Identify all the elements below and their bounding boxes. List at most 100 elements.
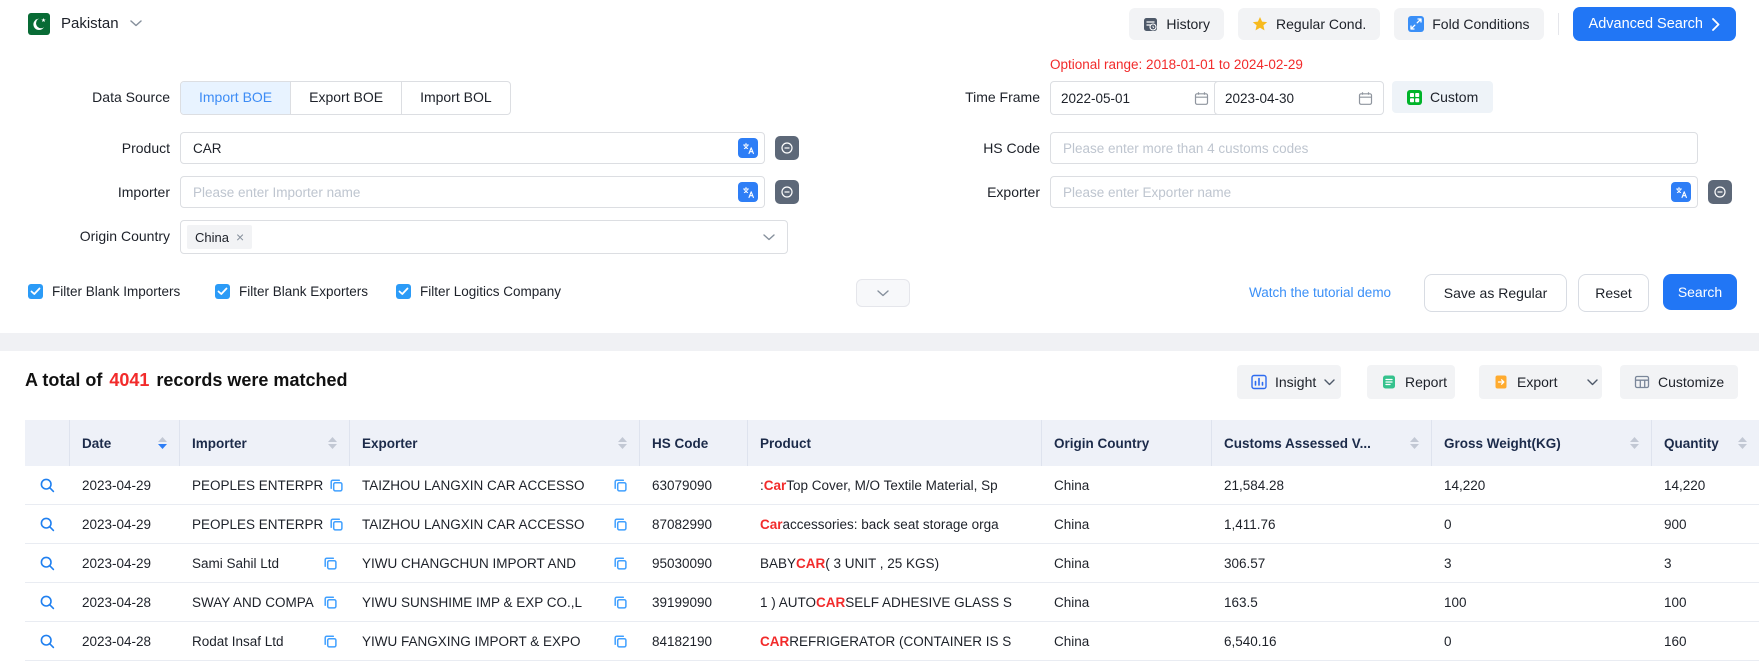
sort-icons[interactable]	[328, 437, 337, 449]
product-input[interactable]	[180, 132, 765, 164]
fold-icon	[1408, 16, 1424, 32]
report-icon	[1381, 374, 1397, 390]
col-header-exporter[interactable]: Exporter	[350, 420, 640, 466]
exporter-input[interactable]	[1050, 176, 1698, 208]
customize-button[interactable]: Customize	[1620, 365, 1738, 399]
cell-exporter: TAIZHOU LANGXIN CAR ACCESSO	[350, 505, 640, 543]
fold-conditions-label: Fold Conditions	[1432, 16, 1529, 32]
save-as-regular-button[interactable]: Save as Regular	[1424, 274, 1567, 312]
star-icon	[1252, 16, 1268, 32]
importer-input[interactable]	[180, 176, 765, 208]
col-header-origin-country: Origin Country	[1042, 420, 1212, 466]
table-row: 2023-04-29PEOPLES ENTERPRTAIZHOU LANGXIN…	[25, 466, 1759, 505]
col-header-quantity[interactable]: Quantity	[1652, 420, 1759, 466]
advanced-search-button[interactable]: Advanced Search	[1573, 7, 1736, 41]
copy-icon[interactable]	[323, 556, 338, 571]
tab-import-bol[interactable]: Import BOL	[401, 82, 510, 114]
cell-origin-country: China	[1042, 583, 1212, 621]
row-search-icon[interactable]	[39, 594, 56, 611]
remove-tag-icon[interactable]: ×	[236, 230, 244, 244]
col-header-hs-code: HS Code	[640, 420, 748, 466]
col-header-customs-assessed-v[interactable]: Customs Assessed V...	[1212, 420, 1432, 466]
exact-match-icon[interactable]	[775, 180, 799, 204]
cell-product: : Car Top Cover, M/O Textile Material, S…	[748, 466, 1042, 504]
collapse-panel-button[interactable]	[856, 279, 910, 307]
cell-origin-country: China	[1042, 544, 1212, 582]
calendar-icon[interactable]	[1358, 91, 1373, 106]
filter-blank-exporters-checkbox[interactable]: Filter Blank Exporters	[215, 284, 368, 299]
filter-blank-importers-checkbox[interactable]: Filter Blank Importers	[28, 284, 180, 299]
hs-code-input[interactable]	[1050, 132, 1698, 164]
cell-customs-assessed-value: 6,540.16	[1212, 622, 1432, 660]
row-search-icon[interactable]	[39, 516, 56, 533]
report-button[interactable]: Report	[1367, 365, 1455, 399]
insight-button[interactable]: Insight	[1237, 365, 1341, 399]
exact-match-icon[interactable]	[1708, 180, 1732, 204]
tab-export-boe[interactable]: Export BOE	[290, 82, 401, 114]
reset-button[interactable]: Reset	[1578, 274, 1649, 312]
cell-product: CAR REFRIGERATOR (CONTAINER IS S	[748, 622, 1042, 660]
sort-icons[interactable]	[1630, 437, 1639, 449]
sort-icons[interactable]	[1410, 437, 1419, 449]
cell-gross-weight: 100	[1432, 583, 1652, 621]
cell-exporter: YIWU FANGXING IMPORT & EXPO	[350, 622, 640, 660]
regular-cond-button[interactable]: Regular Cond.	[1238, 8, 1380, 40]
fold-conditions-button[interactable]: Fold Conditions	[1394, 8, 1543, 40]
copy-icon[interactable]	[613, 634, 628, 649]
checkbox-checked-icon	[28, 284, 43, 299]
sort-icons[interactable]	[158, 437, 167, 449]
col-header-date[interactable]: Date	[70, 420, 180, 466]
calendar-icon[interactable]	[1194, 91, 1209, 106]
customize-icon	[1634, 374, 1650, 390]
translate-icon[interactable]	[738, 138, 758, 158]
date-start-input[interactable]: 2022-05-01	[1050, 81, 1220, 115]
importer-field-wrap	[180, 176, 765, 208]
filter-logistics-company-checkbox[interactable]: Filter Logitics Company	[396, 284, 561, 299]
history-label: History	[1166, 16, 1210, 32]
cell-product: 1 ) AUTO CAR SELF ADHESIVE GLASS S	[748, 583, 1042, 621]
copy-icon[interactable]	[613, 556, 628, 571]
product-keyword-highlight: CAR	[760, 634, 789, 649]
cell-expand	[25, 544, 70, 582]
results-table: DateImporterExporterHS CodeProductOrigin…	[25, 420, 1759, 661]
tab-import-boe[interactable]: Import BOE	[181, 82, 290, 114]
copy-icon[interactable]	[613, 595, 628, 610]
exact-match-icon[interactable]	[775, 136, 799, 160]
product-text: REFRIGERATOR (CONTAINER IS S	[789, 634, 1011, 649]
copy-icon[interactable]	[323, 595, 338, 610]
sort-icons[interactable]	[618, 437, 627, 449]
advanced-search-label: Advanced Search	[1589, 16, 1703, 32]
origin-country-select[interactable]: China ×	[180, 220, 788, 254]
translate-icon[interactable]	[1671, 182, 1691, 202]
custom-range-button[interactable]: Custom	[1392, 81, 1493, 113]
copy-icon[interactable]	[613, 517, 628, 532]
history-button[interactable]: History	[1129, 8, 1224, 40]
cell-date: 2023-04-29	[70, 466, 180, 504]
translate-icon[interactable]	[738, 182, 758, 202]
date-end-input[interactable]: 2023-04-30	[1214, 81, 1384, 115]
col-header-gross-weight-kg[interactable]: Gross Weight(KG)	[1432, 420, 1652, 466]
search-button[interactable]: Search	[1663, 274, 1737, 310]
export-button[interactable]: Export	[1479, 365, 1602, 399]
copy-icon[interactable]	[329, 478, 344, 493]
copy-icon[interactable]	[329, 517, 344, 532]
custom-grid-icon	[1407, 90, 1422, 105]
row-search-icon[interactable]	[39, 633, 56, 650]
regular-cond-label: Regular Cond.	[1276, 16, 1366, 32]
cell-importer: PEOPLES ENTERPR	[180, 505, 350, 543]
tutorial-link[interactable]: Watch the tutorial demo	[1249, 285, 1391, 300]
row-search-icon[interactable]	[39, 477, 56, 494]
copy-icon[interactable]	[613, 478, 628, 493]
cell-customs-assessed-value: 21,584.28	[1212, 466, 1432, 504]
cell-exporter-text: YIWU CHANGCHUN IMPORT AND	[362, 556, 576, 571]
export-dropdown-chevron-icon[interactable]	[1587, 379, 1598, 386]
col-header-label: Quantity	[1664, 436, 1719, 451]
country-selector[interactable]: Pakistan	[28, 0, 142, 47]
col-header-importer[interactable]: Importer	[180, 420, 350, 466]
row-search-icon[interactable]	[39, 555, 56, 572]
copy-icon[interactable]	[323, 634, 338, 649]
cell-hs-code: 39199090	[640, 583, 748, 621]
country-name: Pakistan	[61, 15, 119, 32]
sort-icons[interactable]	[1738, 437, 1747, 449]
cell-customs-assessed-value: 163.5	[1212, 583, 1432, 621]
